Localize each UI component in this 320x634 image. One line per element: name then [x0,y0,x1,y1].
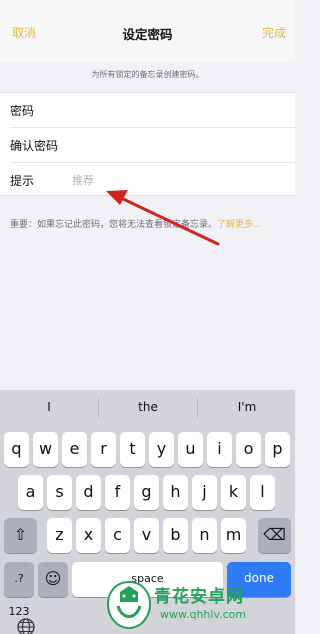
page-title: 设定密码 [122,27,173,42]
learn-more-link[interactable]: 了解更多... [217,220,262,230]
key-t[interactable]: t [120,432,145,467]
important-note: 重要：如果忘记此密码，您将无法查看锁定备忘录。了解更多... [10,218,288,233]
confirm-password-label: 确认密码 [10,139,59,153]
delete-key[interactable]: ⌫ [258,518,291,553]
key-p[interactable]: p [265,432,290,467]
password-form: 密码 确认密码 提示 推荐 [0,92,295,196]
key-a[interactable]: a [18,475,43,510]
watermark-brand: 青花安卓网 [154,587,244,607]
key-q[interactable]: q [4,432,29,467]
key-d[interactable]: d [76,475,101,510]
key-m[interactable]: m [221,518,246,553]
prediction-1[interactable]: I [0,400,98,414]
watermark: 青花安卓网 www.qhhlv.com [102,576,290,634]
watermark-logo-icon [106,580,152,630]
key-x[interactable]: x [76,518,101,553]
shift-key[interactable]: ⇧ [4,518,37,553]
hint-field[interactable]: 提示 推荐 [0,163,295,197]
hint-label: 提示 [10,174,35,188]
key-v[interactable]: v [134,518,159,553]
emoji-key[interactable]: ☺ [38,562,68,597]
password-field[interactable]: 密码 [0,93,295,127]
key-n[interactable]: n [192,518,217,553]
key-l[interactable]: l [250,475,275,510]
key-b[interactable]: b [163,518,188,553]
key-k[interactable]: k [221,475,246,510]
key-i[interactable]: i [207,432,232,467]
note-text: 重要：如果忘记此密码，您将无法查看锁定备忘录。 [10,220,218,230]
key-s[interactable]: s [47,475,72,510]
watermark-url: www.qhhlv.com [160,608,247,621]
key-u[interactable]: u [178,432,203,467]
key-h[interactable]: h [163,475,188,510]
confirm-password-field[interactable]: 确认密码 [0,128,295,162]
globe-icon[interactable] [16,617,36,634]
key-y[interactable]: y [149,432,174,467]
key-r[interactable]: r [91,432,116,467]
prediction-2[interactable]: the [99,400,197,414]
subheading: 为所有锁定的备忘录创建密码。 [91,70,204,79]
key-o[interactable]: o [236,432,261,467]
hint-placeholder: 推荐 [72,174,94,187]
prediction-3[interactable]: I'm [198,400,296,414]
prediction-bar: I the I'm [0,390,295,426]
key-g[interactable]: g [134,475,159,510]
key-j[interactable]: j [192,475,217,510]
done-button[interactable]: 完成 [262,24,286,41]
key-w[interactable]: w [33,432,58,467]
numbers-key[interactable]: .?123 [4,562,34,618]
key-e[interactable]: e [62,432,87,467]
key-c[interactable]: c [105,518,130,553]
nav-bar: 取消 设定密码 完成 [0,0,295,62]
password-label: 密码 [10,104,35,118]
key-z[interactable]: z [47,518,72,553]
key-f[interactable]: f [105,475,130,510]
